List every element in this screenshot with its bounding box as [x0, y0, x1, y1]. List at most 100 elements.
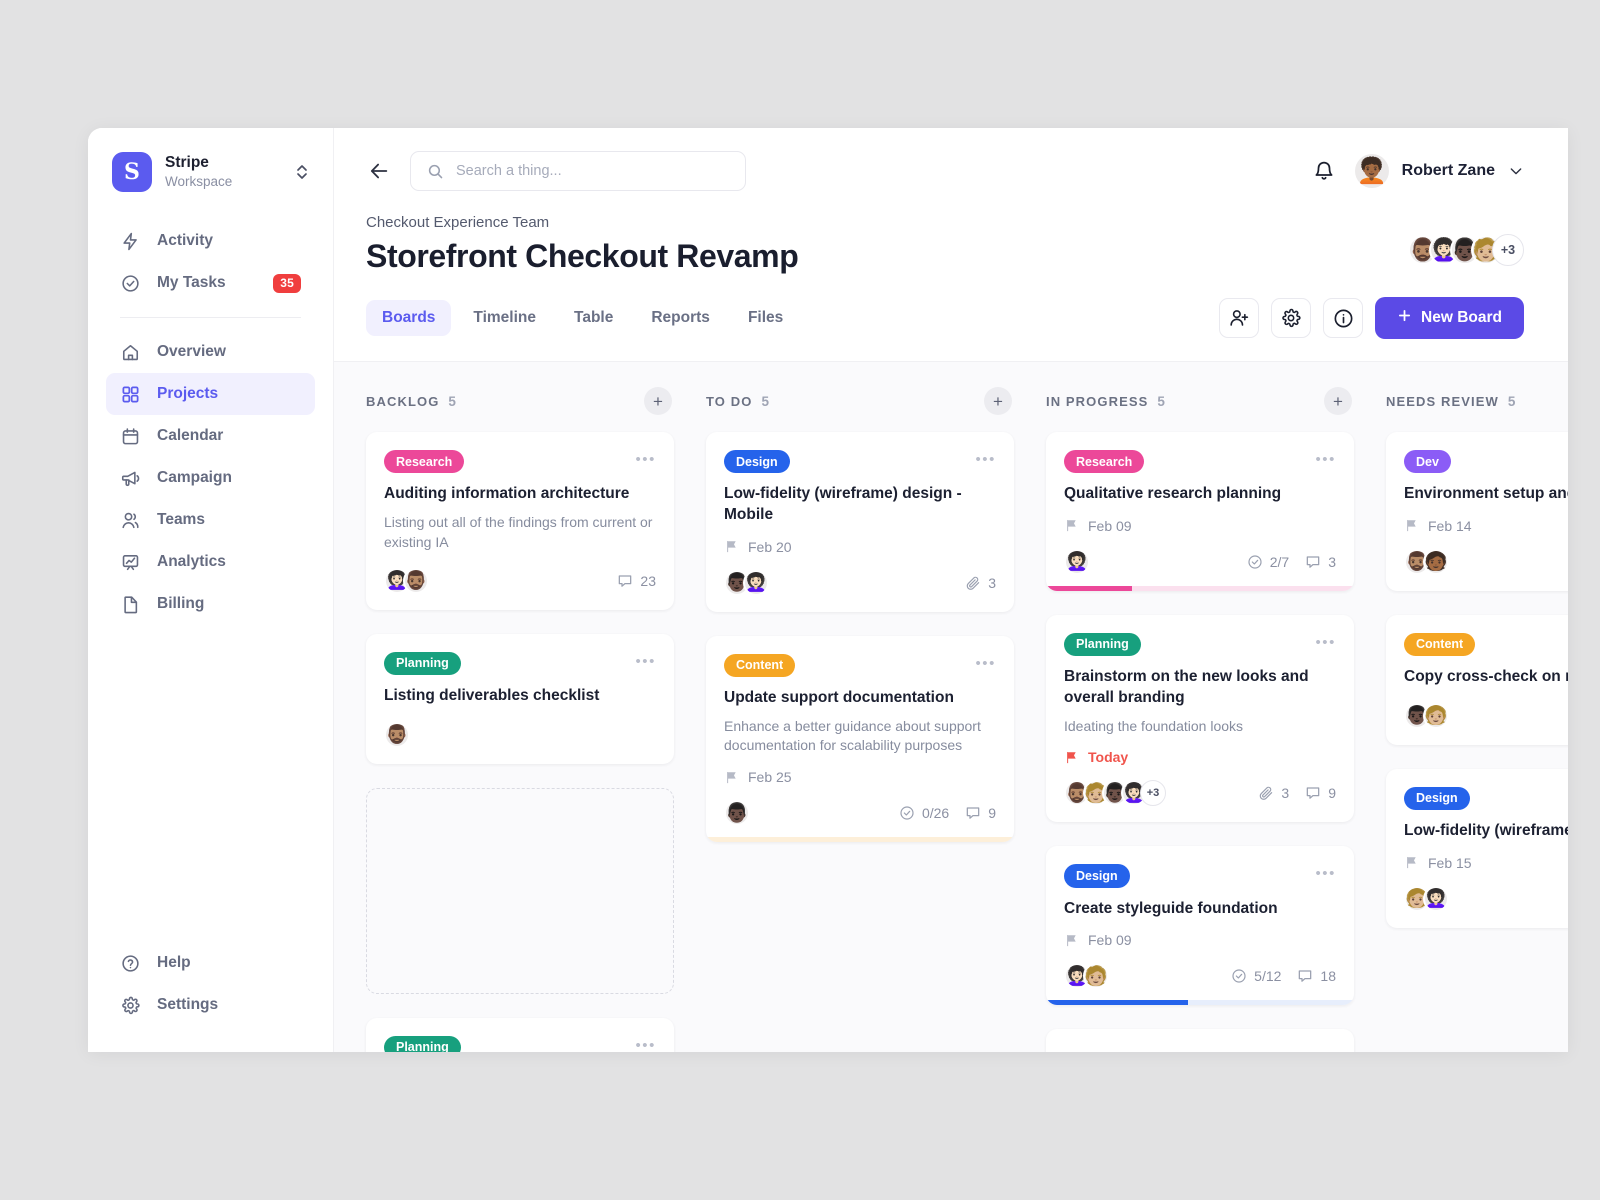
flag-icon — [1404, 518, 1419, 533]
avatar: 👨🏿 — [724, 800, 750, 827]
sidebar-item-activity[interactable]: Activity — [106, 220, 315, 262]
task-label: Research — [384, 450, 465, 474]
task-card[interactable]: Content Copy cross-check on m 👨🏿 🧑🏼 — [1386, 614, 1568, 745]
card-menu-icon[interactable]: ••• — [1315, 633, 1336, 650]
tab-files[interactable]: Files — [732, 300, 799, 336]
task-card[interactable]: Content ••• Update support documentation… — [706, 635, 1014, 843]
sidebar-item-projects[interactable]: Projects — [106, 373, 315, 415]
comment-icon — [617, 573, 633, 589]
board-settings-button[interactable] — [1271, 298, 1312, 338]
task-assignees: 👩🏻‍🦱 🧑🏼 — [1064, 963, 1109, 990]
sidebar-item-label: Calendar — [157, 427, 224, 444]
column-count: 5 — [1507, 393, 1516, 409]
sidebar-item-settings[interactable]: Settings — [106, 984, 315, 1026]
workspace-switcher[interactable]: S Stripe Workspace — [106, 128, 315, 192]
workspace-name: Stripe — [165, 154, 209, 172]
card-menu-icon[interactable]: ••• — [635, 652, 656, 669]
task-card[interactable] — [1046, 1029, 1354, 1052]
assignees-overflow-count[interactable]: +3 — [1140, 780, 1166, 807]
column-title: NEEDS REVIEW — [1386, 393, 1499, 409]
task-label: Planning — [384, 651, 461, 676]
comment-icon — [1305, 554, 1321, 570]
avatar: 🧑🏼 — [1083, 963, 1109, 990]
sidebar-item-billing[interactable]: Billing — [106, 583, 315, 625]
tab-boards[interactable]: Boards — [366, 300, 452, 336]
due-date-text: Feb 14 — [1428, 517, 1472, 534]
avatar: 🧑🏾‍🦱 — [1354, 154, 1389, 188]
task-assignees: 👩🏻‍🦱 🧔🏽‍♂️ — [384, 567, 429, 594]
add-card-button[interactable]: + — [1324, 387, 1352, 415]
search-input[interactable] — [456, 163, 729, 179]
task-label: Design — [1064, 864, 1130, 888]
app-window: S Stripe Workspace Activity My Tasks 35 … — [88, 128, 1568, 1052]
sidebar-item-overview[interactable]: Overview — [106, 331, 315, 373]
task-card[interactable]: Dev Environment setup and choosing Feb 1… — [1386, 432, 1568, 591]
breadcrumb: Checkout Experience Team — [366, 214, 550, 231]
task-title: Low-fidelity (wireframe) design - Mobile — [724, 485, 962, 523]
card-menu-icon[interactable]: ••• — [975, 450, 996, 467]
board-columns: BACKLOG 5 + Research ••• Auditing inform… — [334, 362, 1568, 1052]
task-progress-bar — [1046, 585, 1354, 591]
back-arrow-icon[interactable] — [366, 158, 392, 184]
gear-icon — [120, 995, 141, 1016]
task-assignees: 👨🏿 👩🏻‍🦱 — [724, 569, 769, 596]
task-card[interactable]: Planning ••• Brainstorm on the new looks… — [1046, 614, 1354, 823]
tabs-row: Boards Timeline Table Reports Files New … — [334, 297, 1568, 339]
task-card[interactable]: Planning ••• Update requirements list Fe… — [366, 1017, 674, 1052]
task-title: Brainstorm on the new looks and overall … — [1064, 668, 1309, 706]
search-bar[interactable] — [410, 151, 746, 191]
task-label: Planning — [1064, 632, 1141, 657]
column-backlog: BACKLOG 5 + Research ••• Auditing inform… — [366, 387, 706, 1052]
task-due-date: Feb 09 — [1064, 518, 1336, 534]
header-actions: New Board — [1219, 297, 1524, 339]
user-menu[interactable]: 🧑🏾‍🦱 Robert Zane — [1354, 154, 1524, 188]
task-card[interactable]: Planning ••• Listing deliverables checkl… — [366, 633, 674, 764]
sidebar-item-my-tasks[interactable]: My Tasks 35 — [106, 262, 315, 304]
tab-reports[interactable]: Reports — [635, 300, 726, 336]
task-card[interactable]: Research ••• Qualitative research planni… — [1046, 432, 1354, 591]
tab-timeline[interactable]: Timeline — [457, 300, 552, 336]
view-tabs: Boards Timeline Table Reports Files — [366, 300, 799, 336]
megaphone-icon — [120, 468, 141, 489]
checklist-count: 0/26 — [899, 805, 949, 821]
column-header: IN PROGRESS 5 + — [1046, 387, 1354, 415]
column-header: TO DO 5 + — [706, 387, 1014, 415]
add-card-button[interactable]: + — [984, 387, 1012, 415]
task-card[interactable]: Design Low-fidelity (wireframe Desktop F… — [1386, 768, 1568, 928]
card-menu-icon[interactable]: ••• — [635, 450, 656, 467]
add-member-button[interactable] — [1219, 298, 1260, 338]
sidebar-item-calendar[interactable]: Calendar — [106, 415, 315, 457]
add-card-button[interactable]: + — [644, 387, 672, 415]
task-card[interactable]: Design ••• Low-fidelity (wireframe) desi… — [706, 432, 1014, 612]
comment-icon — [1297, 968, 1313, 984]
task-card[interactable]: Design ••• Create styleguide foundation … — [1046, 846, 1354, 1006]
task-due-date: Feb 14 — [1404, 518, 1568, 534]
task-assignees: 🧔🏽‍♂️ — [384, 721, 410, 748]
sidebar-item-label: My Tasks — [157, 274, 226, 291]
notifications-bell-icon[interactable] — [1313, 160, 1335, 182]
home-icon — [120, 342, 141, 363]
sidebar-item-teams[interactable]: Teams — [106, 499, 315, 541]
due-date-text: Feb 09 — [1088, 932, 1132, 949]
column-count: 5 — [448, 393, 456, 409]
task-due-date: Feb 09 — [1064, 932, 1336, 948]
board-info-button[interactable] — [1323, 298, 1364, 338]
main-area: 🧑🏾‍🦱 Robert Zane Checkout Experience Tea… — [334, 128, 1568, 1052]
check-circle-icon — [899, 805, 915, 821]
sidebar-item-help[interactable]: Help — [106, 942, 315, 984]
project-members[interactable]: 🧔🏽‍♂️ 👩🏻‍🦱 👨🏿 🧑🏼 +3 — [1408, 234, 1524, 266]
task-description: Ideating the foundation looks — [1064, 717, 1244, 734]
due-date-text: Feb 20 — [748, 538, 792, 555]
card-menu-icon[interactable]: ••• — [1315, 450, 1336, 467]
card-menu-icon[interactable]: ••• — [975, 654, 996, 671]
new-board-button[interactable]: New Board — [1375, 297, 1524, 339]
task-card[interactable]: Research ••• Auditing information archit… — [366, 432, 674, 610]
sidebar-item-analytics[interactable]: Analytics — [106, 541, 315, 583]
card-menu-icon[interactable]: ••• — [1315, 864, 1336, 881]
card-menu-icon[interactable]: ••• — [635, 1036, 656, 1052]
members-overflow-count[interactable]: +3 — [1492, 234, 1524, 266]
column-header: BACKLOG 5 + — [366, 387, 674, 415]
tab-table[interactable]: Table — [558, 300, 629, 336]
sidebar-item-campaign[interactable]: Campaign — [106, 457, 315, 499]
avatar: 🧑🏼 — [1423, 702, 1449, 729]
